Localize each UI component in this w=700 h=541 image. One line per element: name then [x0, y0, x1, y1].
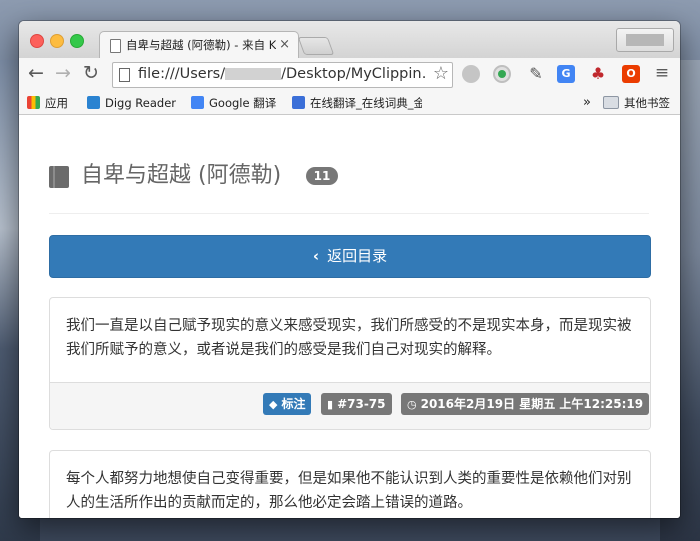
bookmarks-bar: 应用 Digg Reader Google 翻译 在线翻译_在线词典_金 » 其…	[19, 90, 680, 115]
tag-icon: ◆	[269, 398, 278, 411]
zoom-window-button[interactable]	[70, 34, 84, 48]
note-card: 每个人都努力地想使自己变得重要，但是如果他不能认识到人类的重要性是依赖他们对别人…	[49, 450, 651, 518]
back-to-index-button[interactable]: ‹ 返回目录	[49, 235, 651, 278]
bookmark-label: Google 翻译	[209, 96, 277, 110]
bookmark-digg-reader[interactable]: Digg Reader	[87, 95, 176, 111]
extension-green-dot-icon[interactable]	[493, 65, 511, 83]
address-bar[interactable]: file:///Users/ /Desktop/MyClippin… ☆	[112, 62, 453, 88]
note-type-label: ◆ 标注	[263, 393, 312, 415]
document-icon	[110, 39, 121, 53]
forward-arrow-icon[interactable]: →	[52, 62, 74, 84]
extension-google-translate-icon[interactable]: G	[557, 65, 575, 83]
bookmark-label: 应用	[45, 96, 68, 110]
extension-evernote-icon[interactable]: ✎	[527, 65, 545, 83]
tab-active[interactable]: 自卑与超越 (阿德勒) - 来自 K ×	[99, 31, 299, 59]
apps-grid-icon	[27, 96, 40, 109]
new-tab-button[interactable]	[297, 37, 335, 55]
folder-icon	[603, 96, 619, 109]
note-location-text: #73-75	[337, 397, 386, 411]
page-info-icon	[119, 68, 130, 82]
iciba-icon	[292, 96, 305, 109]
bookmark-icon: ▮	[327, 398, 334, 411]
reload-icon[interactable]: ↻	[80, 62, 102, 84]
bookmark-label: Digg Reader	[105, 96, 177, 110]
minimize-window-button[interactable]	[50, 34, 64, 48]
tab-strip: 自卑与超越 (阿德勒) - 来自 K ×	[19, 21, 680, 59]
tab-close-icon[interactable]: ×	[279, 37, 290, 53]
note-type-text: 标注	[281, 397, 306, 411]
note-text: 每个人都努力地想使自己变得重要，但是如果他不能认识到人类的重要性是依赖他们对别人…	[66, 471, 632, 511]
other-bookmarks[interactable]: 其他书签	[603, 95, 670, 111]
bookmark-google-translate[interactable]: Google 翻译	[191, 95, 276, 111]
page-content: 自卑与超越 (阿德勒) 11 ‹ 返回目录 我们一直是以自己赋予现实的意义来感受现…	[19, 115, 680, 518]
more-bookmarks-chevron[interactable]: »	[583, 95, 591, 111]
back-arrow-icon[interactable]: ←	[25, 62, 47, 84]
url-text[interactable]: file:///Users/ /Desktop/MyClippin…	[138, 66, 428, 82]
digg-icon	[87, 96, 100, 109]
menu-icon[interactable]: ≡	[651, 62, 673, 84]
note-card: 我们一直是以自己赋予现实的意义来感受现实，我们所感受的不是现实本身，而是现实被我…	[49, 297, 651, 430]
chevron-left-icon: ‹	[312, 247, 320, 265]
profile-button[interactable]	[616, 28, 674, 52]
bookmark-apps[interactable]: 应用	[27, 95, 68, 111]
other-bookmarks-label: 其他书签	[624, 96, 670, 110]
extension-shield-icon[interactable]	[462, 65, 480, 83]
note-text: 我们一直是以自己赋予现实的意义来感受现实，我们所感受的不是现实本身，而是现实被我…	[66, 318, 632, 358]
extension-pocket-icon[interactable]: ♣	[589, 65, 607, 83]
profile-name-blurred	[626, 34, 664, 46]
back-to-index-label: 返回目录	[327, 247, 388, 265]
note-footer: ◆ 标注 ▮ #73-75 ◷ 2016年2月19日 星期五 上午12:25:19	[50, 382, 650, 429]
book-title: 自卑与超越 (阿德勒)	[81, 163, 282, 188]
book-icon	[49, 166, 69, 188]
browser-window: 自卑与超越 (阿德勒) - 来自 K × ← → ↻ file:///Users…	[19, 21, 680, 518]
extension-office-icon[interactable]: O	[622, 65, 640, 83]
url-username-blurred	[225, 68, 282, 80]
note-time-text: 2016年2月19日 星期五 上午12:25:19	[420, 397, 644, 411]
toolbar: ← → ↻ file:///Users/ /Desktop/MyClippin… …	[19, 58, 680, 90]
note-count-badge: 11	[306, 167, 338, 185]
bookmark-label: 在线翻译_在线词典_金	[310, 96, 422, 110]
note-location-label: ▮ #73-75	[321, 393, 392, 415]
note-time-label: ◷ 2016年2月19日 星期五 上午12:25:19	[401, 393, 650, 415]
divider	[49, 213, 649, 214]
bookmark-star-icon[interactable]: ☆	[433, 63, 449, 84]
clock-icon: ◷	[407, 398, 417, 411]
bookmark-iciba[interactable]: 在线翻译_在线词典_金	[292, 95, 422, 111]
google-translate-icon	[191, 96, 204, 109]
url-prefix: file:///Users/	[138, 66, 226, 82]
close-window-button[interactable]	[30, 34, 44, 48]
url-suffix: /Desktop/MyClippin…	[281, 66, 428, 82]
tab-title: 自卑与超越 (阿德勒) - 来自 K	[126, 38, 276, 52]
